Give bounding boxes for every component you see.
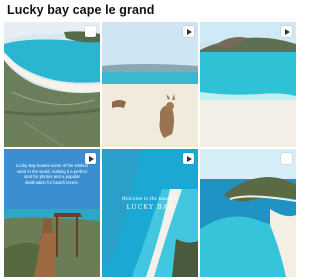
image-grid: Lucky Bay boasts some of the whitest san… [4,22,296,277]
video-play-icon [281,26,292,37]
select-checkbox[interactable] [85,26,96,37]
kangaroo-beach-image [102,22,198,147]
tile-bay-aerial[interactable] [4,22,100,147]
headland-water-image [200,149,296,277]
tile-headland-water[interactable] [200,149,296,277]
video-play-icon [183,153,194,164]
turquoise-shore-image [200,22,296,147]
video-play-icon [183,26,194,37]
lucky-bay-aerial-image [102,149,198,277]
tile-script-title: LUCKY BAY [126,204,174,211]
tile-caption: Lucky Bay boasts some of the whitest san… [16,163,88,185]
tile-kangaroo-beach[interactable] [102,22,198,147]
tile-stairs-promo[interactable]: Lucky Bay boasts some of the whitest san… [4,149,100,277]
page-title: Lucky bay cape le grand [7,3,155,17]
tile-lucky-bay-aerial[interactable]: Welcome to the beach of LUCKY BAY [102,149,198,277]
select-checkbox[interactable] [281,153,292,164]
video-play-icon [85,153,96,164]
tile-turquoise-shore[interactable] [200,22,296,147]
tile-script-subtitle: Welcome to the beach of [121,197,179,202]
bay-aerial-image [4,22,100,147]
